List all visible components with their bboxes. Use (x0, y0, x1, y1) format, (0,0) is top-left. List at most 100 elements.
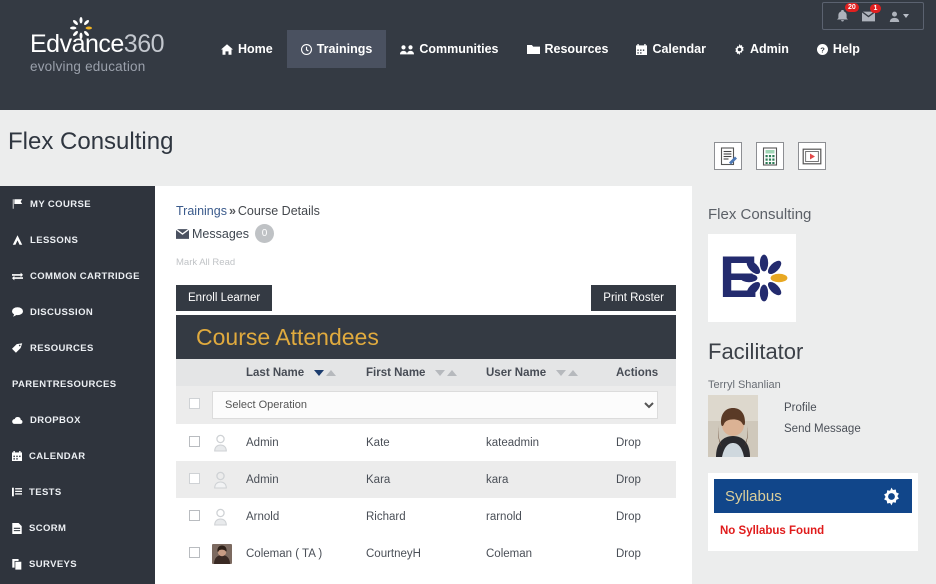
messages-notification[interactable]: 1 (862, 3, 881, 22)
send-message-link[interactable]: Send Message (784, 423, 861, 435)
gear-icon (735, 43, 744, 55)
nav-item-trainings[interactable]: Trainings (286, 30, 387, 68)
nav-item-home[interactable]: Home (207, 30, 287, 68)
logo-tagline: evolving education (30, 59, 146, 74)
table-row[interactable]: Coleman ( TA ) CourtneyH Coleman Drop (176, 535, 676, 572)
messages-badge: 1 (870, 3, 881, 13)
nav-item-admin[interactable]: Admin (720, 30, 803, 68)
sidebar-item-parentresources[interactable]: PARENTRESOURCES (0, 366, 155, 402)
row-checkbox-cell (176, 535, 212, 572)
chevron-down-icon (903, 14, 909, 18)
sidebar-item-surveys[interactable]: SURVEYS (0, 546, 155, 582)
breadcrumb-separator: » (228, 204, 236, 218)
copy-icon (12, 558, 22, 570)
sort-controls-last-name[interactable] (314, 369, 337, 376)
th-actions: Actions (616, 359, 676, 386)
sidebar-item-dropbox[interactable]: DROPBOX (0, 402, 155, 438)
th-label-user-name: User Name (486, 366, 547, 379)
sort-controls-user-name[interactable] (556, 369, 579, 376)
sidebar-item-common-cartridge[interactable]: COMMON CARTRIDGE (0, 258, 155, 294)
notepad-edit-icon[interactable] (714, 142, 742, 170)
th-user-name[interactable]: User Name (486, 359, 616, 386)
syllabus-header: Syllabus (714, 479, 912, 513)
row-checkbox[interactable] (188, 435, 200, 447)
sidebar-item-resources[interactable]: RESOURCES (0, 330, 155, 366)
sidebar-item-tests[interactable]: TESTS (0, 474, 155, 510)
select-operation-dropdown[interactable]: Select Operation (212, 391, 658, 419)
course-info-panel: Flex Consulting E Facilitator Terryl Sha… (692, 186, 936, 584)
th-last-name[interactable]: Last Name (246, 359, 366, 386)
list-icon (12, 487, 22, 497)
calculator-icon[interactable] (756, 142, 784, 170)
attendees-table-head: Last Name First Name User Name Actions (176, 359, 676, 386)
row-last-name: Admin (246, 436, 279, 449)
row-checkbox[interactable] (188, 472, 200, 484)
calendar-icon (12, 451, 22, 461)
video-player-icon[interactable] (798, 142, 826, 170)
sort-controls-first-name[interactable] (435, 369, 458, 376)
svg-text:?: ? (820, 45, 825, 54)
mark-all-read-link[interactable]: Mark All Read (176, 257, 676, 268)
row-action-drop[interactable]: Drop (616, 498, 676, 535)
facilitator-photo (708, 395, 758, 457)
sort-desc-icon[interactable] (435, 369, 446, 376)
select-all-checkbox[interactable] (188, 398, 200, 409)
course-logo: E (708, 234, 796, 322)
profile-link[interactable]: Profile (784, 402, 861, 414)
sidebar-item-my-course[interactable]: MY COURSE (0, 186, 155, 222)
row-action-drop[interactable]: Drop (616, 535, 676, 572)
course-sidebar: MY COURSE LESSONS COMMON CARTRIDGE DISCU… (0, 186, 155, 584)
th-label-last-name: Last Name (246, 366, 305, 379)
sidebar-item-calendar[interactable]: CALENDAR (0, 438, 155, 474)
table-row[interactable]: Admin Kara kara Drop (176, 461, 676, 498)
breadcrumb-current: Course Details (237, 204, 320, 218)
enroll-learner-button[interactable]: Enroll Learner (176, 285, 273, 311)
sidebar-item-discussion[interactable]: DISCUSSION (0, 294, 155, 330)
th-first-name[interactable]: First Name (366, 359, 486, 386)
sort-desc-icon[interactable] (314, 369, 325, 376)
sort-asc-icon[interactable] (447, 369, 458, 376)
nav-item-communities[interactable]: Communities (386, 30, 512, 68)
bell-notification[interactable]: 20 (837, 3, 859, 22)
print-roster-button[interactable]: Print Roster (591, 285, 676, 311)
envelope-icon (176, 228, 189, 239)
file-icon (12, 522, 22, 534)
sidebar-label-calendar: CALENDAR (29, 450, 86, 462)
row-checkbox-cell (176, 461, 212, 498)
sort-desc-icon[interactable] (556, 369, 567, 376)
logo-text-360: 360 (123, 30, 165, 58)
sort-asc-icon[interactable] (568, 369, 579, 376)
row-checkbox-cell (176, 424, 212, 461)
breadcrumb-link-trainings[interactable]: Trainings (176, 204, 227, 218)
nav-item-calendar[interactable]: Calendar (622, 30, 720, 68)
bulk-select-all-cell (176, 386, 212, 424)
syllabus-empty-message: No Syllabus Found (720, 525, 825, 537)
nav-item-help[interactable]: ? Help (803, 30, 874, 68)
sidebar-label-parentresources: PARENTRESOURCES (12, 378, 117, 390)
nav-item-resources[interactable]: Resources (513, 30, 623, 68)
messages-link[interactable]: Messages (176, 227, 249, 241)
table-row[interactable]: Arnold Richard rarnold Drop (176, 498, 676, 535)
attendees-table: Last Name First Name User Name Actions S… (176, 359, 676, 572)
attendees-header-row: Last Name First Name User Name Actions (176, 359, 676, 386)
attendees-table-body: Select Operation Admin Kate kateadmin Dr… (176, 386, 676, 572)
row-first-name: Richard (366, 510, 406, 523)
book-icon (12, 235, 23, 245)
sidebar-item-scorm[interactable]: SCORM (0, 510, 155, 546)
sort-asc-icon[interactable] (326, 369, 337, 376)
page-tool-icons (714, 142, 826, 170)
row-action-drop[interactable]: Drop (616, 461, 676, 498)
table-row[interactable]: Admin Kate kateadmin Drop (176, 424, 676, 461)
sidebar-label-dropbox: DROPBOX (30, 414, 81, 426)
sidebar-label-discussion: DISCUSSION (30, 306, 94, 318)
calendar-icon (636, 43, 648, 55)
brand-logo[interactable]: Edvance360 evolving education (30, 17, 190, 75)
row-checkbox[interactable] (188, 546, 200, 558)
row-checkbox[interactable] (188, 509, 200, 521)
user-menu[interactable] (889, 11, 909, 22)
sunburst-icon (70, 17, 92, 39)
th-label-actions: Actions (616, 366, 659, 379)
sidebar-item-lessons[interactable]: LESSONS (0, 222, 155, 258)
row-action-drop[interactable]: Drop (616, 424, 676, 461)
row-avatar-cell (212, 461, 246, 498)
